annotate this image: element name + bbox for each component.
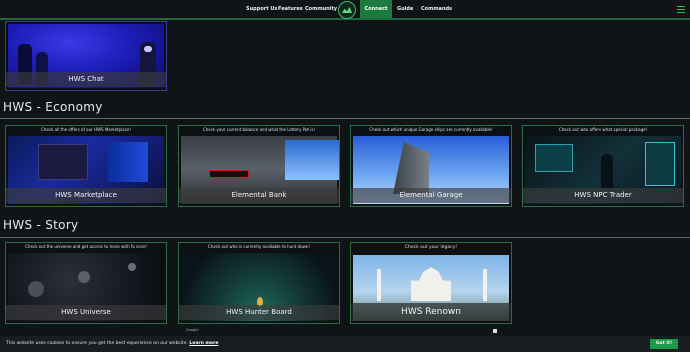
tile-caption: Check your current balance and what the … <box>202 127 316 132</box>
tile-label: HWS Chat <box>6 72 166 87</box>
tile-caption: Check out your legacy! <box>404 245 458 250</box>
tile-caption: Check out who is currently available to … <box>207 244 311 249</box>
tile-label: Elemental Garage <box>351 188 511 203</box>
got-it-button[interactable]: Got it! <box>650 339 678 349</box>
nav-commands[interactable]: Commands <box>421 6 452 12</box>
economy-section-title: HWS - Economy <box>3 100 103 114</box>
tile-label: HWS Renown <box>351 303 511 321</box>
nav-community[interactable]: Community <box>305 6 337 12</box>
tile-hws-renown[interactable]: Check out your legacy! HWS Renown <box>350 242 512 324</box>
tile-hws-hunter-board[interactable]: Check out who is currently available to … <box>178 242 340 324</box>
hamburger-menu-icon[interactable] <box>677 6 685 13</box>
nav-connect[interactable]: Connect <box>360 0 392 18</box>
tile-hws-chat[interactable]: HWS Chat <box>5 21 167 91</box>
tile-elemental-garage[interactable]: Check out which unique Garage ships are … <box>350 125 512 207</box>
economy-divider <box>0 118 690 119</box>
tile-hws-universe[interactable]: Check out the universe and get access to… <box>5 242 167 324</box>
tile-caption: Check out which unique Garage ships are … <box>369 127 493 132</box>
story-section-title: HWS - Story <box>3 218 79 232</box>
tile-label: HWS Hunter Board <box>179 305 339 320</box>
nav-guide[interactable]: Guide <box>397 6 413 12</box>
story-divider <box>0 237 690 238</box>
tile-label: HWS NPC Trader <box>523 188 683 203</box>
tile-label: HWS Marketplace <box>6 188 166 203</box>
tile-label: Elemental Bank <box>179 188 339 203</box>
tile-hws-npc-trader[interactable]: Check out who offers what special packag… <box>522 125 684 207</box>
nav-support-us[interactable]: Support Us <box>246 6 277 12</box>
tile-caption: Check out who offers what special packag… <box>558 127 648 132</box>
tile-caption: Check all the offers of our HWS Marketpl… <box>41 127 131 132</box>
tile-hws-marketplace[interactable]: Check all the offers of our HWS Marketpl… <box>5 125 167 207</box>
cookie-text-wrap: This website uses cookies to ensure you … <box>6 341 218 346</box>
cookie-banner: This website uses cookies to ensure you … <box>0 336 690 352</box>
tile-caption: Check out the universe and get access to… <box>25 244 147 249</box>
tile-elemental-bank[interactable]: Check your current balance and what the … <box>178 125 340 207</box>
tile-label: HWS Universe <box>6 305 166 320</box>
nav-features[interactable]: Features <box>278 6 303 12</box>
top-nav: Support Us Features Community Connect Gu… <box>0 0 690 20</box>
hws-logo[interactable] <box>338 1 356 19</box>
learn-more-link[interactable]: Learn more <box>189 341 218 346</box>
cookie-message: This website uses cookies to ensure you … <box>6 341 188 346</box>
small-square-icon <box>493 329 497 333</box>
google-label: Google <box>186 328 199 332</box>
